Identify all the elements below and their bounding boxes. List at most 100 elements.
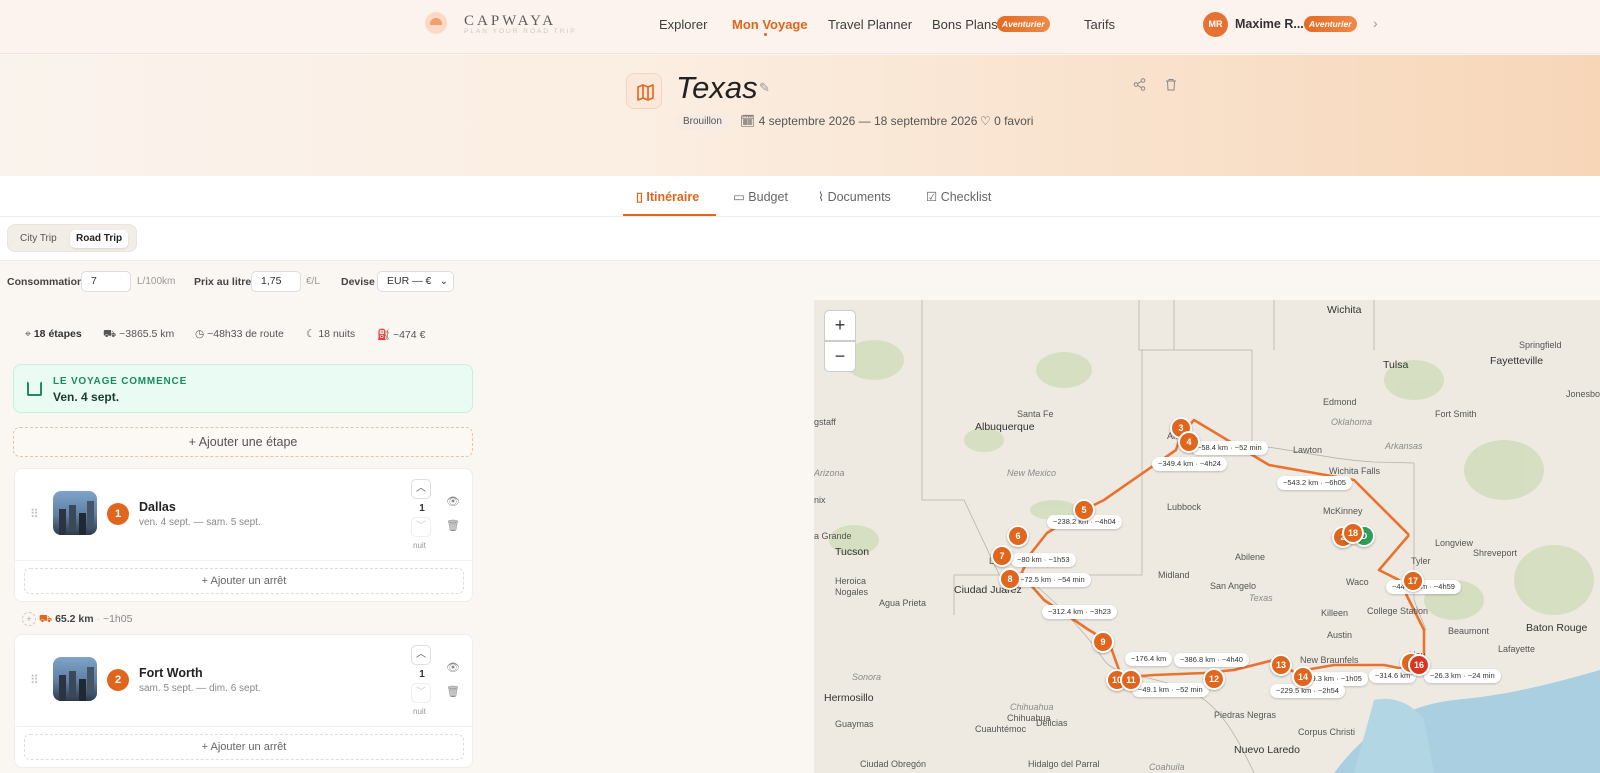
step-dates: sam. 5 sept. — dim. 6 sept. — [139, 683, 261, 694]
route-map[interactable]: + − Wichita Springfield Tulsa Fayettevil… — [814, 300, 1600, 773]
map-label: Edmond — [1323, 397, 1357, 407]
map-marker[interactable]: 13 — [1270, 654, 1292, 676]
map-marker[interactable]: 7 — [991, 545, 1013, 567]
currency-value: EUR — € — [387, 275, 432, 287]
map-label: Hidalgo del Parral — [1028, 759, 1100, 769]
stat-nights-value: 18 nuits — [318, 328, 356, 340]
chevron-down-icon: ⌄ — [439, 276, 448, 287]
trip-dates-text: 4 septembre 2026 — 18 septembre 2026 — [758, 114, 978, 128]
map-label: Cuauhtémoc — [975, 724, 1027, 734]
trip-dates: 🗓 4 septembre 2026 — 18 septembre 2026 — [740, 114, 977, 128]
add-step-button[interactable]: + Ajouter une étape — [13, 427, 473, 457]
tab-budget[interactable]: ▭ Budget — [733, 189, 788, 204]
eye-icon[interactable]: 👁 — [446, 661, 460, 674]
map-marker[interactable]: 16 — [1408, 654, 1430, 676]
currency-select[interactable]: EUR — € ⌄ — [377, 271, 454, 292]
tab-documents-label: Documents — [827, 190, 891, 204]
user-name[interactable]: Maxime R... — [1235, 17, 1304, 31]
nav-bons-plans[interactable]: Bons Plans — [932, 17, 998, 32]
top-navbar: CAPWAYA PLAN YOUR ROAD TRIP Explorer Mon… — [0, 0, 1600, 54]
map-marker[interactable]: 8 — [999, 568, 1021, 590]
nights-label: nuit — [413, 707, 426, 716]
tab-checklist-label: Checklist — [940, 190, 992, 204]
map-marker[interactable]: 4 — [1178, 431, 1200, 453]
consumption-unit: L/100km — [137, 276, 176, 287]
capwaya-logo-icon[interactable] — [425, 12, 447, 34]
step-city-name[interactable]: Dallas — [139, 500, 176, 514]
trip-tabs: ▯ Itinéraire ▭ Budget ⌇ Documents ☑ Chec… — [0, 176, 1600, 217]
plus-icon: + — [201, 741, 211, 753]
eye-icon[interactable]: 👁 — [446, 495, 460, 508]
consumption-label: Consommation — [7, 276, 84, 288]
nav-explorer[interactable]: Explorer — [659, 17, 707, 32]
drag-handle-icon[interactable]: ⠿ — [30, 507, 39, 521]
map-label: Albuquerque — [975, 421, 1035, 433]
avatar[interactable]: MR — [1203, 12, 1228, 37]
map-marker[interactable]: 12 — [1203, 668, 1225, 690]
map-label: Wichita — [1327, 304, 1362, 316]
stat-drive-time: ◷ ~48h33 de route — [195, 328, 284, 340]
map-marker[interactable]: 17 — [1402, 570, 1424, 592]
share-icon[interactable] — [1133, 78, 1146, 96]
add-step-label: Ajouter une étape — [198, 435, 298, 449]
heart-icon: ♡ — [980, 114, 995, 128]
trash-icon[interactable] — [1165, 78, 1177, 96]
add-stop-button[interactable]: + Ajouter un arrêt — [24, 568, 464, 594]
nav-mon-voyage[interactable]: Mon Voyage — [732, 17, 808, 32]
map-label: Jonesbo — [1566, 389, 1600, 399]
delete-step-icon[interactable]: 🗑 — [446, 685, 460, 698]
map-marker[interactable]: 5 — [1073, 499, 1095, 521]
edit-pencil-icon[interactable]: ✎ — [759, 80, 770, 96]
route-distance-label: ~312.4 km · ~3h23 — [1042, 605, 1117, 619]
nights-increment-button[interactable]: ︿ — [411, 479, 431, 499]
nav-travel-planner[interactable]: Travel Planner — [828, 17, 912, 32]
zoom-out-button[interactable]: − — [824, 341, 856, 372]
favorites[interactable]: ♡ 0 favori — [980, 114, 1033, 128]
nights-decrement-button[interactable]: ﹀ — [411, 517, 431, 537]
map-marker[interactable]: 9 — [1092, 631, 1114, 653]
map-marker[interactable]: 6 — [1007, 525, 1029, 547]
active-nav-dot — [764, 33, 767, 36]
step-photo — [53, 657, 97, 701]
nights-decrement-button[interactable]: ﹀ — [411, 683, 431, 703]
map-label: Nogales — [835, 587, 869, 597]
step-number-badge: 2 — [107, 669, 129, 691]
stat-steps: ⌖ 18 étapes — [25, 328, 82, 341]
delete-step-icon[interactable]: 🗑 — [446, 519, 460, 532]
map-label: Fayetteville — [1490, 355, 1544, 367]
map-marker[interactable]: 18 — [1342, 522, 1364, 544]
tab-documents[interactable]: ⌇ Documents — [818, 189, 891, 204]
plus-icon: + — [188, 435, 199, 449]
add-stop-button[interactable]: + Ajouter un arrêt — [24, 734, 464, 760]
map-label: Sonora — [852, 672, 882, 682]
step-city-name[interactable]: Fort Worth — [139, 666, 203, 680]
consumption-input[interactable]: 7 — [81, 271, 131, 292]
drag-handle-icon[interactable]: ⠿ — [30, 673, 39, 687]
route-distance-label: ~80 km · ~1h53 — [1011, 553, 1076, 567]
fuel-price-input[interactable]: 1,75 — [251, 271, 301, 292]
road-trip-button[interactable]: Road Trip — [70, 230, 129, 248]
stat-drive-time-value: ~48h33 de route — [207, 328, 284, 340]
map-label: Nuevo Laredo — [1234, 744, 1300, 756]
checkbox-icon: ☑ — [926, 190, 941, 204]
zoom-in-button[interactable]: + — [824, 310, 856, 341]
city-trip-button[interactable]: City Trip — [14, 230, 63, 248]
map-marker[interactable]: 11 — [1120, 669, 1142, 691]
nights-increment-button[interactable]: ︿ — [411, 645, 431, 665]
map-label: Lubbock — [1167, 502, 1202, 512]
trip-start-date: Ven. 4 sept. — [53, 390, 120, 404]
map-marker[interactable]: 14 — [1292, 666, 1314, 688]
stat-steps-value: 18 étapes — [33, 328, 82, 340]
add-segment-icon[interactable]: + — [22, 612, 36, 626]
chevron-right-icon[interactable]: › — [1373, 15, 1378, 31]
nav-tarifs[interactable]: Tarifs — [1084, 17, 1115, 32]
card-divider — [15, 726, 474, 727]
tab-itineraire[interactable]: ▯ Itinéraire — [636, 189, 699, 204]
tab-checklist[interactable]: ☑ Checklist — [926, 189, 991, 204]
step-photo — [53, 491, 97, 535]
route-distance-label: ~543.2 km · ~6h05 — [1277, 476, 1352, 490]
stat-nights: ☾ 18 nuits — [306, 328, 355, 340]
home-icon — [27, 381, 42, 396]
fuel-price-label: Prix au litre — [194, 276, 252, 288]
fuel-price-unit: €/L — [306, 276, 320, 287]
